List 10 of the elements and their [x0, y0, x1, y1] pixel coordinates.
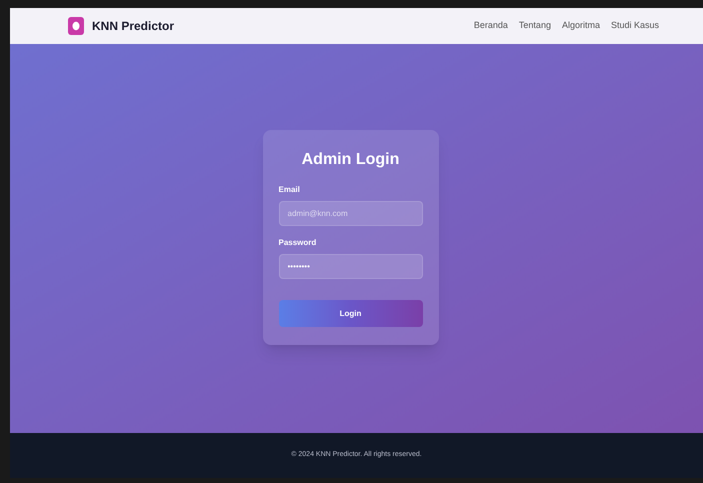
field-label: Password: [278, 237, 318, 249]
brand-name: KNN Predictor: [92, 18, 174, 35]
field-label: Email: [278, 184, 301, 196]
login-title: Admin Login: [300, 150, 400, 170]
login-button[interactable]: Login: [278, 300, 422, 327]
nav-link[interactable]: Tentang: [518, 19, 551, 33]
nav-link[interactable]: Beranda: [474, 19, 508, 33]
nav-link[interactable]: Algoritma: [562, 19, 600, 33]
logo-icon: [68, 17, 84, 35]
nav-link[interactable]: Studi Kasus: [610, 19, 659, 33]
